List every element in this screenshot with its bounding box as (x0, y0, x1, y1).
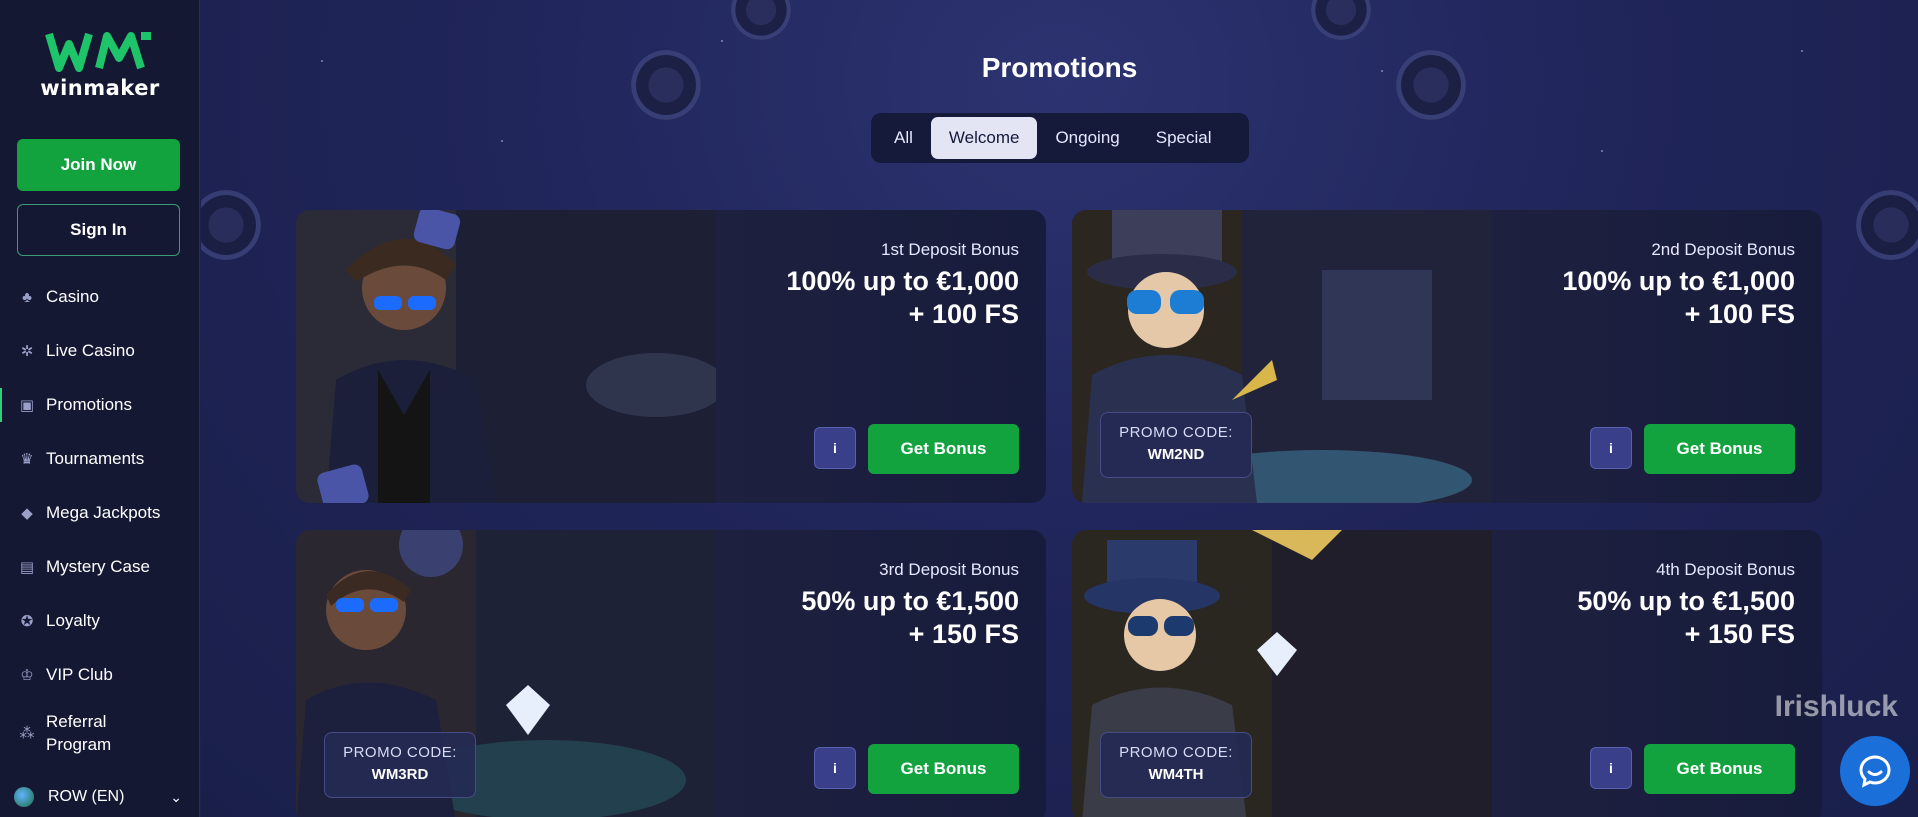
bonus-amount-line1: 50% up to €1,500 (801, 586, 1019, 616)
bonus-amount-line1: 50% up to €1,500 (1577, 586, 1795, 616)
sidebar-item-referral-program[interactable]: ⁂ Referral Program (0, 702, 200, 764)
promo-code-box: PROMO CODE: WM4TH (1100, 732, 1252, 798)
sidebar-item-label: Mega Jackpots (46, 503, 161, 522)
get-bonus-button[interactable]: Get Bonus (1644, 744, 1795, 794)
bonus-amount: 100% up to €1,000 + 100 FS (786, 265, 1019, 331)
promo-card-4th-deposit: PROMO CODE: WM4TH 4th Deposit Bonus 50% … (1072, 530, 1822, 817)
poker-chip-decoration (201, 190, 261, 260)
tab-ongoing[interactable]: Ongoing (1037, 117, 1137, 159)
language-label: ROW (EN) (48, 788, 125, 805)
sidebar-item-loyalty[interactable]: ✪ Loyalty (0, 594, 200, 648)
info-button[interactable]: i (1590, 427, 1632, 469)
bonus-type: 1st Deposit Bonus (881, 240, 1019, 259)
wm-logo-mark (45, 32, 151, 72)
bonus-amount-line2: + 150 FS (908, 619, 1019, 649)
poker-chip-decoration (731, 0, 791, 40)
bonus-amount: 100% up to €1,000 + 100 FS (1562, 265, 1795, 331)
bonus-type: 4th Deposit Bonus (1656, 560, 1795, 579)
info-button[interactable]: i (814, 747, 856, 789)
get-bonus-button[interactable]: Get Bonus (1644, 424, 1795, 474)
bonus-amount-line1: 100% up to €1,000 (786, 266, 1019, 296)
sidebar-item-label: Tournaments (46, 449, 145, 468)
globe-icon (14, 787, 34, 807)
sidebar-item-promotions[interactable]: ▣ Promotions (0, 378, 200, 432)
tab-all[interactable]: All (876, 117, 931, 159)
sidebar-item-mega-jackpots[interactable]: ◆ Mega Jackpots (0, 486, 200, 540)
sidebar: winmaker Join Now Sign In ♣ Casino ✲ Liv… (0, 0, 200, 817)
promo-code-value: WM2ND (1147, 446, 1205, 463)
logo-wordmark: winmaker (40, 76, 160, 100)
get-bonus-button[interactable]: Get Bonus (868, 744, 1019, 794)
sidebar-nav: ♣ Casino ✲ Live Casino ▣ Promotions ♛ To… (0, 270, 200, 764)
sidebar-item-label: Live Casino (46, 341, 135, 360)
join-now-button[interactable]: Join Now (17, 139, 180, 191)
promo-code-box: PROMO CODE: WM3RD (324, 732, 476, 798)
live-chat-button[interactable] (1840, 736, 1910, 806)
get-bonus-button[interactable]: Get Bonus (868, 424, 1019, 474)
chevron-down-icon: ⌄ (170, 788, 182, 805)
language-selector[interactable]: ROW (EN) ⌄ (0, 777, 200, 817)
promo-card-1st-deposit: 1st Deposit Bonus 100% up to €1,000 + 10… (296, 210, 1046, 503)
sidebar-item-casino[interactable]: ♣ Casino (0, 270, 200, 324)
promo-card-2nd-deposit: PROMO CODE: WM2ND 2nd Deposit Bonus 100%… (1072, 210, 1822, 503)
promo-code-value: WM4TH (1148, 766, 1204, 783)
promo-filter-tabs: All Welcome Ongoing Special (871, 113, 1249, 163)
irishluck-watermark: Irishluck (1774, 690, 1898, 723)
briefcase-icon: ▤ (19, 559, 35, 576)
sidebar-item-label: Promotions (46, 395, 132, 414)
casino-icon: ♣ (22, 288, 32, 306)
bonus-amount-line2: + 100 FS (908, 299, 1019, 329)
bonus-amount-line2: + 150 FS (1684, 619, 1795, 649)
sign-in-button[interactable]: Sign In (17, 204, 180, 256)
tab-welcome[interactable]: Welcome (930, 117, 1038, 159)
tab-special[interactable]: Special (1138, 117, 1230, 159)
sidebar-item-label: Casino (46, 287, 99, 306)
bonus-type: 2nd Deposit Bonus (1651, 240, 1795, 259)
sidebar-item-label: Referral Program (46, 712, 112, 754)
sidebar-item-label: VIP Club (46, 665, 113, 684)
sidebar-item-live-casino[interactable]: ✲ Live Casino (0, 324, 200, 378)
sidebar-item-vip-club[interactable]: ♔ VIP Club (0, 648, 200, 702)
promo-code-label: PROMO CODE: (343, 744, 457, 761)
sidebar-item-tournaments[interactable]: ♛ Tournaments (0, 432, 200, 486)
promo-code-box: PROMO CODE: WM2ND (1100, 412, 1252, 478)
promo-code-label: PROMO CODE: (1119, 424, 1233, 441)
bonus-amount-line2: + 100 FS (1684, 299, 1795, 329)
gift-icon: ▣ (19, 397, 35, 414)
promo-card-3rd-deposit: PROMO CODE: WM3RD 3rd Deposit Bonus 50% … (296, 530, 1046, 817)
poker-chip-decoration (1856, 190, 1918, 260)
crown-icon: ♔ (20, 667, 34, 684)
page-title: Promotions (981, 52, 1138, 83)
bonus-amount: 50% up to €1,500 + 150 FS (1577, 585, 1795, 651)
sidebar-item-mystery-case[interactable]: ▤ Mystery Case (0, 540, 200, 594)
trophy-icon: ♛ (20, 451, 34, 468)
promo-code-value: WM3RD (371, 766, 429, 783)
promo-card-image (296, 210, 716, 503)
poker-chip-decoration (1311, 0, 1371, 40)
bonus-amount-line1: 100% up to €1,000 (1562, 266, 1795, 296)
info-button[interactable]: i (814, 427, 856, 469)
bonus-amount: 50% up to €1,500 + 150 FS (801, 585, 1019, 651)
sidebar-item-label: Mystery Case (46, 557, 150, 576)
main-content: Promotions All Welcome Ongoing Special 1… (201, 0, 1918, 817)
winmaker-logo[interactable]: winmaker (30, 30, 170, 110)
live-casino-icon: ✲ (20, 343, 34, 360)
info-button[interactable]: i (1590, 747, 1632, 789)
loyalty-icon: ✪ (20, 613, 34, 630)
promo-code-label: PROMO CODE: (1119, 744, 1233, 761)
referral-icon: ⁂ (19, 724, 35, 742)
sidebar-item-label: Loyalty (46, 611, 100, 630)
diamond-icon: ◆ (21, 505, 33, 522)
chat-bubble-icon (1859, 755, 1891, 788)
bonus-type: 3rd Deposit Bonus (879, 560, 1019, 579)
